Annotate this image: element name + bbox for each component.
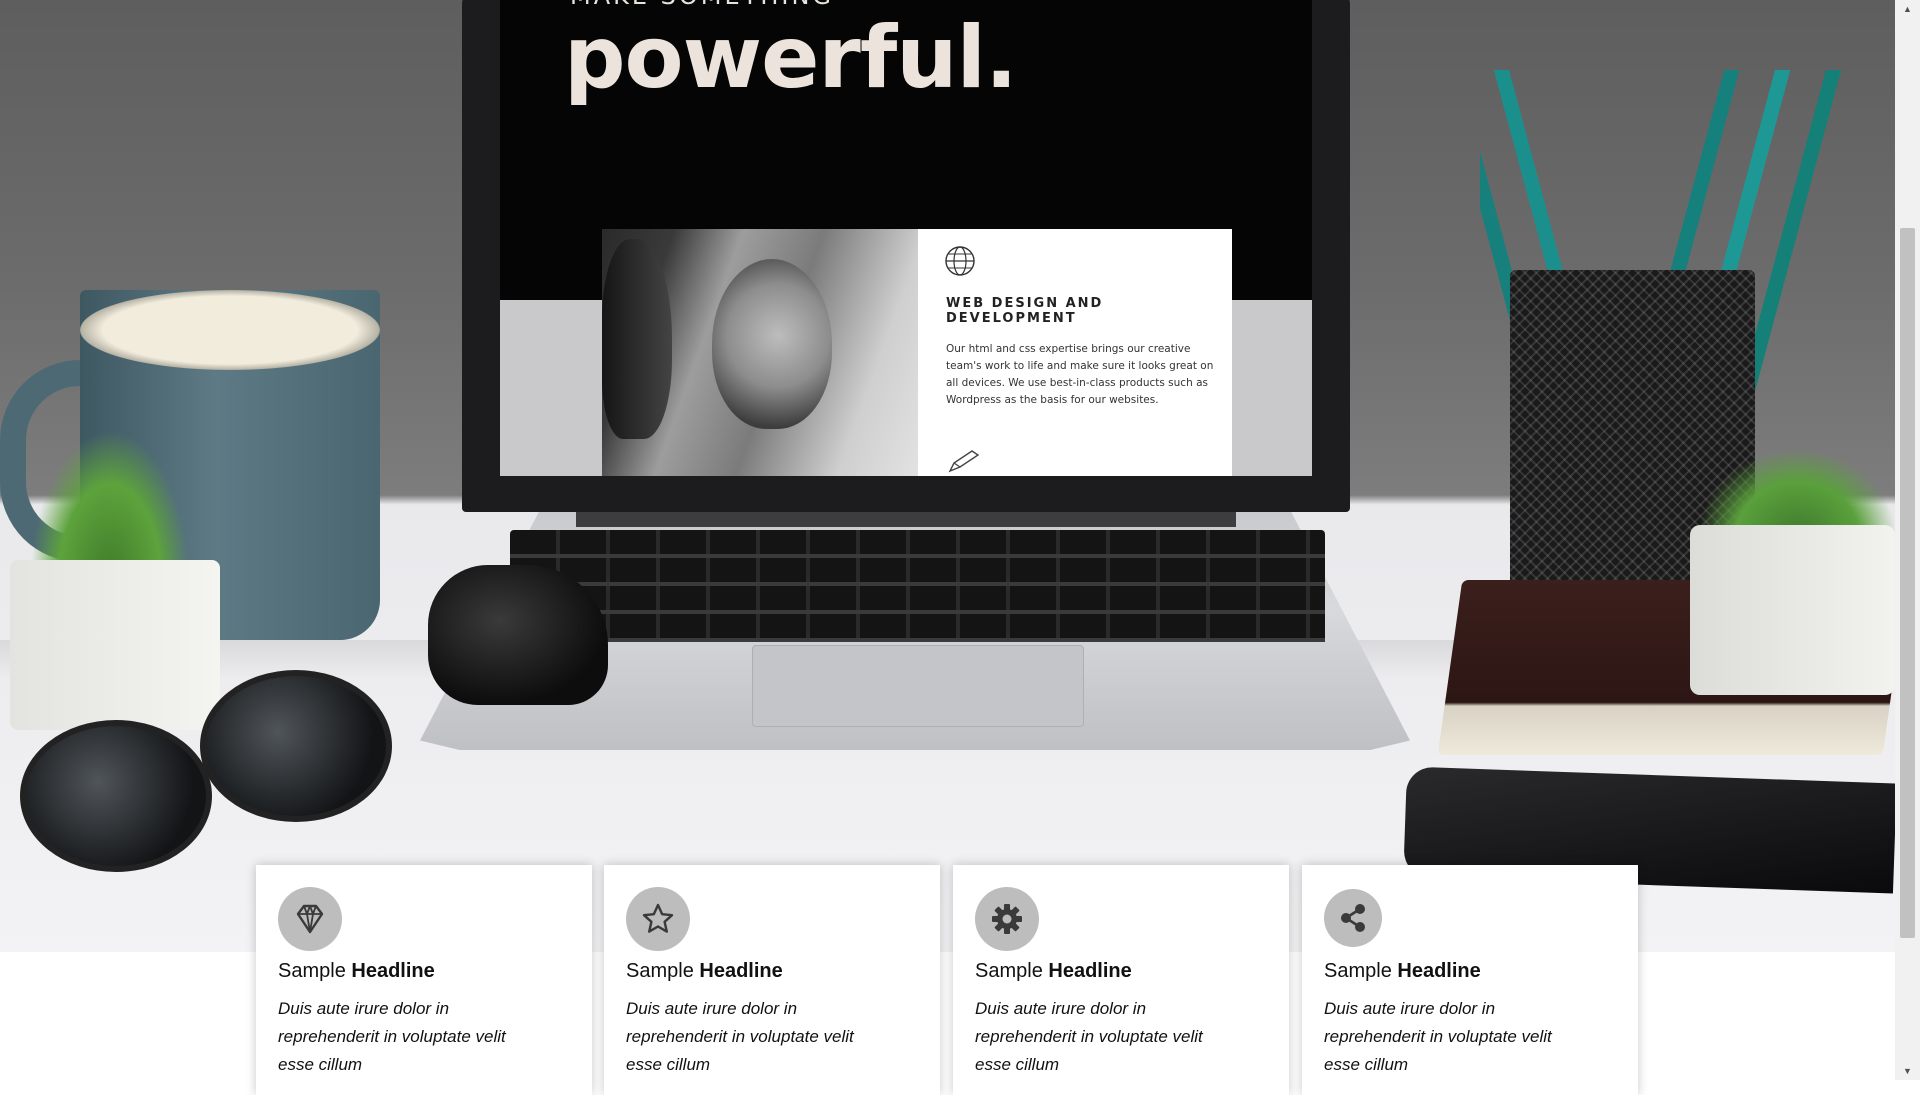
feature-icon-badge <box>1324 889 1382 947</box>
screen-card-body: Our html and css expertise brings our cr… <box>946 343 1214 406</box>
scroll-down-arrow-icon[interactable]: ▼ <box>1895 1062 1920 1080</box>
feature-headline: Sample Headline <box>278 960 435 983</box>
feature-headline: Sample Headline <box>1324 960 1481 983</box>
feature-headline: Sample Headline <box>975 960 1132 983</box>
headline-bold: Headline <box>351 960 435 982</box>
diamond-icon <box>296 904 324 934</box>
headline-bold: Headline <box>1397 960 1481 982</box>
feature-icon-badge <box>626 887 690 951</box>
screen-headline: powerful. <box>564 8 1018 108</box>
feature-text: Duis aute irure dolor in reprehenderit i… <box>975 999 1203 1074</box>
feature-card: Sample Headline Duis aute irure dolor in… <box>1302 865 1638 1095</box>
headline-prefix: Sample <box>278 960 346 982</box>
headline-prefix: Sample <box>1324 960 1392 982</box>
plant-left <box>30 430 190 580</box>
feature-icon-badge <box>278 887 342 951</box>
keyboard-rows <box>510 530 1325 642</box>
plant-pot-right <box>1690 525 1895 695</box>
sunglasses-lens-left <box>20 720 212 872</box>
mug-rim <box>80 290 380 370</box>
photo-man <box>602 239 672 439</box>
feature-text: Duis aute irure dolor in reprehenderit i… <box>278 999 506 1074</box>
headline-bold: Headline <box>1048 960 1132 982</box>
scroll-up-arrow-icon[interactable]: ▲ <box>1895 0 1920 18</box>
screen-service-card: WEB DESIGN AND DEVELOPMENT Our html and … <box>918 229 1232 476</box>
feature-headline: Sample Headline <box>626 960 783 983</box>
headline-prefix: Sample <box>626 960 694 982</box>
stapler <box>428 565 608 705</box>
headline-prefix: Sample <box>975 960 1043 982</box>
photo-woman <box>712 259 832 429</box>
share-icon <box>1341 904 1365 932</box>
feature-text: Duis aute irure dolor in reprehenderit i… <box>1324 999 1552 1074</box>
feature-card: Sample Headline Duis aute irure dolor in… <box>256 865 592 1095</box>
gear-icon <box>992 904 1022 934</box>
screen-content: MAKE SOMETHING powerful. WEB DESIGN AND … <box>500 0 1312 476</box>
hero-image: MAKE SOMETHING powerful. WEB DESIGN AND … <box>0 0 1895 952</box>
globe-icon <box>945 246 975 276</box>
feature-card: Sample Headline Duis aute irure dolor in… <box>953 865 1289 1095</box>
feature-card: Sample Headline Duis aute irure dolor in… <box>604 865 940 1095</box>
sunglasses-lens-right <box>200 670 392 822</box>
pencil-icon <box>948 450 980 473</box>
laptop-screen: MAKE SOMETHING powerful. WEB DESIGN AND … <box>462 0 1350 512</box>
screen-photo <box>602 229 918 476</box>
screen-card-title: WEB DESIGN AND DEVELOPMENT <box>946 296 1104 326</box>
feature-text: Duis aute irure dolor in reprehenderit i… <box>626 999 854 1074</box>
laptop-trackpad <box>752 645 1084 727</box>
plant-pot-left <box>10 560 220 730</box>
headline-bold: Headline <box>699 960 783 982</box>
page-scrollbar[interactable]: ▲ ▼ <box>1895 0 1920 1080</box>
feature-icon-badge <box>975 887 1039 951</box>
scrollbar-thumb[interactable] <box>1900 228 1915 938</box>
star-icon <box>642 903 674 933</box>
